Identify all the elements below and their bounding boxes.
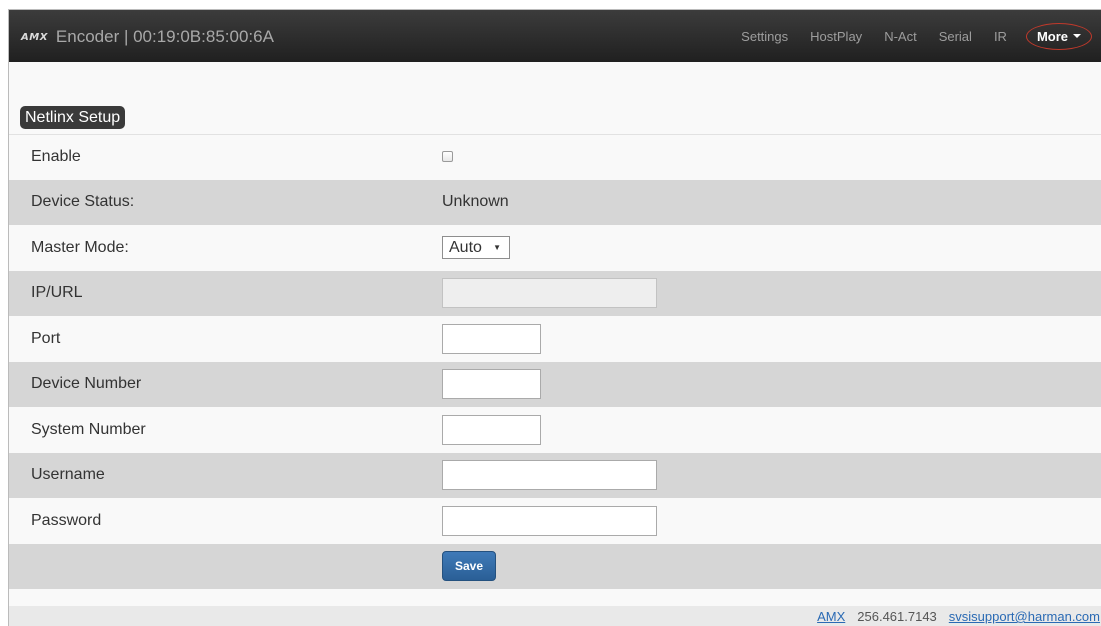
system-number-label: System Number bbox=[31, 420, 146, 438]
ip-url-input[interactable] bbox=[442, 278, 657, 309]
master-mode-label: Master Mode: bbox=[31, 238, 129, 256]
username-input[interactable] bbox=[442, 460, 657, 491]
master-mode-select[interactable]: Auto ▼ bbox=[442, 236, 510, 260]
username-label: Username bbox=[31, 466, 105, 484]
nav-ir[interactable]: IR bbox=[983, 29, 1018, 44]
nav-links: Settings HostPlay N-Act Serial IR More bbox=[730, 10, 1101, 62]
footer: AMX 256.461.7143 svsisupport@harman.com bbox=[9, 606, 1101, 626]
top-navbar: AMX Encoder | 00:19:0B:85:00:6A Settings… bbox=[9, 10, 1101, 62]
device-number-input[interactable] bbox=[442, 369, 541, 400]
nav-hostplay[interactable]: HostPlay bbox=[799, 29, 873, 44]
amx-logo: AMX bbox=[21, 31, 48, 43]
row-master-mode: Master Mode: Auto ▼ bbox=[9, 225, 1101, 271]
device-number-label: Device Number bbox=[31, 375, 142, 393]
nav-n-act[interactable]: N-Act bbox=[873, 29, 928, 44]
chevron-down-icon bbox=[1073, 34, 1081, 38]
device-status-value: Unknown bbox=[442, 193, 509, 211]
ip-url-label: IP/URL bbox=[31, 284, 83, 302]
enable-checkbox[interactable] bbox=[442, 151, 453, 163]
port-input[interactable] bbox=[442, 323, 541, 354]
brand[interactable]: AMX Encoder | 00:19:0B:85:00:6A bbox=[21, 27, 274, 47]
support-email-link[interactable]: svsisupport@harman.com bbox=[949, 609, 1100, 624]
device-status-label: Device Status: bbox=[31, 193, 135, 211]
row-device-number: Device Number bbox=[9, 361, 1101, 407]
netlinx-setup-form: Enable Device Status: Unknown Master Mod… bbox=[9, 134, 1101, 589]
enable-label: Enable bbox=[31, 147, 81, 165]
nav-more-label: More bbox=[1036, 28, 1068, 44]
nav-settings[interactable]: Settings bbox=[730, 29, 799, 44]
amx-link[interactable]: AMX bbox=[817, 609, 845, 624]
row-enable: Enable bbox=[9, 134, 1101, 180]
row-ip-url: IP/URL bbox=[9, 270, 1101, 316]
row-device-status: Device Status: Unknown bbox=[9, 179, 1101, 225]
row-save: Save bbox=[9, 543, 1101, 589]
system-number-input[interactable] bbox=[442, 414, 541, 445]
nav-more-dropdown[interactable]: More bbox=[1025, 22, 1092, 50]
row-system-number: System Number bbox=[9, 407, 1101, 453]
nav-serial[interactable]: Serial bbox=[928, 29, 983, 44]
app-frame: AMX Encoder | 00:19:0B:85:00:6A Settings… bbox=[8, 9, 1101, 626]
port-label: Port bbox=[31, 329, 61, 347]
save-button[interactable]: Save bbox=[442, 551, 497, 582]
brand-title: Encoder | 00:19:0B:85:00:6A bbox=[55, 27, 274, 46]
master-mode-value: Auto bbox=[449, 238, 482, 256]
row-port: Port bbox=[9, 316, 1101, 362]
row-password: Password bbox=[9, 498, 1101, 544]
password-input[interactable] bbox=[442, 505, 657, 536]
support-phone: 256.461.7143 bbox=[857, 609, 937, 624]
dropdown-arrow-icon: ▼ bbox=[493, 243, 501, 253]
row-username: Username bbox=[9, 452, 1101, 498]
section-title: Netlinx Setup bbox=[20, 106, 126, 129]
password-label: Password bbox=[31, 511, 102, 529]
